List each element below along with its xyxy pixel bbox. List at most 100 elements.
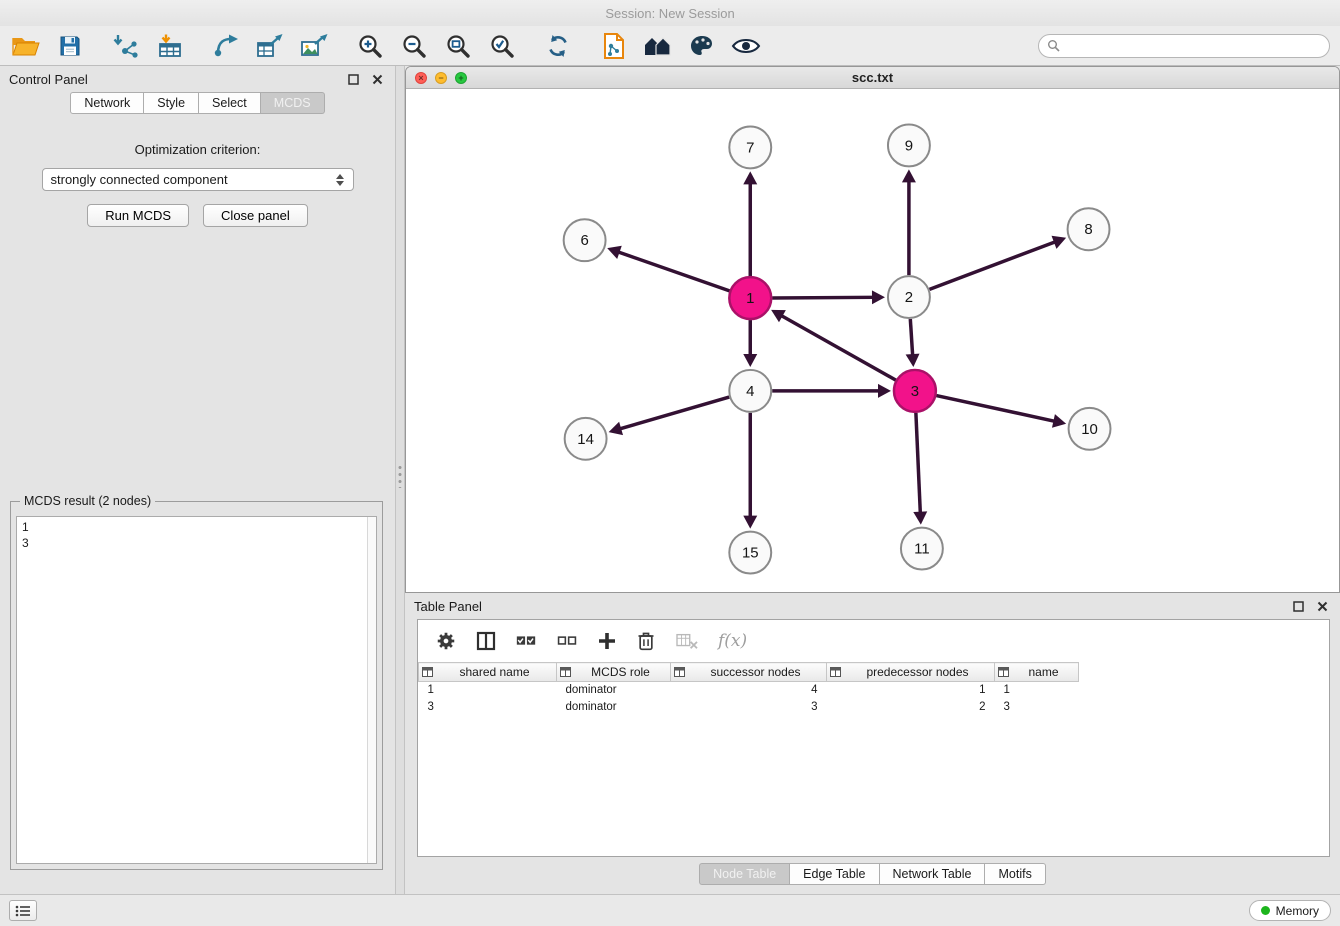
svg-text:15: 15 <box>742 545 759 562</box>
deselect-all-columns-button[interactable] <box>556 631 578 651</box>
result-scrollbar[interactable] <box>367 517 376 863</box>
list-menu-icon <box>15 905 31 917</box>
table-cell[interactable]: 2 <box>827 699 995 716</box>
delete-columns-button[interactable] <box>636 630 656 652</box>
table-settings-button[interactable] <box>435 630 457 652</box>
table-cell[interactable]: 1 <box>419 682 557 699</box>
column-header-successor-nodes[interactable]: successor nodes <box>671 663 827 682</box>
minimize-window-button[interactable]: − <box>435 72 447 84</box>
columns-icon <box>476 631 496 651</box>
zoom-window-button[interactable]: + <box>455 72 467 84</box>
tab-mcds[interactable]: MCDS <box>261 92 325 114</box>
table-tabs-row: Node TableEdge TableNetwork TableMotifs <box>405 863 1340 885</box>
function-builder-button[interactable]: f(x) <box>718 631 747 651</box>
import-table-button[interactable] <box>154 30 186 62</box>
zoom-group <box>354 30 518 62</box>
svg-text:14: 14 <box>577 431 594 448</box>
edge-arrowhead-icon <box>913 511 927 524</box>
export-table-icon <box>256 33 284 59</box>
control-panel-title: Control Panel <box>9 72 338 87</box>
tab-style[interactable]: Style <box>144 92 199 114</box>
table-cell[interactable]: 3 <box>671 699 827 716</box>
open-network-document-button[interactable] <box>598 30 630 62</box>
show-columns-button[interactable] <box>476 631 496 651</box>
select-all-columns-button[interactable] <box>515 631 537 651</box>
tab-node-table[interactable]: Node Table <box>699 863 790 885</box>
column-header-shared-name[interactable]: shared name <box>419 663 557 682</box>
export-table-button[interactable] <box>254 30 286 62</box>
eye-icon <box>731 35 761 57</box>
column-header-name[interactable]: name <box>995 663 1079 682</box>
close-window-button[interactable]: × <box>415 72 427 84</box>
panel-splitter[interactable] <box>395 66 405 894</box>
table-cell[interactable]: 1 <box>827 682 995 699</box>
float-panel-button[interactable] <box>344 70 362 88</box>
node-table-header-row: shared nameMCDS rolesuccessor nodesprede… <box>419 663 1079 682</box>
tab-edge-table[interactable]: Edge Table <box>790 863 879 885</box>
graph-node-9[interactable]: 9 <box>888 124 930 166</box>
dropdown-stepper-icon <box>336 174 345 186</box>
panel-menu-button[interactable] <box>9 900 37 921</box>
run-mcds-button[interactable]: Run MCDS <box>87 204 189 227</box>
graph-node-14[interactable]: 14 <box>565 418 607 460</box>
table-cell[interactable]: 1 <box>995 682 1079 699</box>
graph-node-4[interactable]: 4 <box>729 370 771 412</box>
tab-motifs[interactable]: Motifs <box>985 863 1045 885</box>
save-floppy-icon <box>58 34 82 58</box>
import-network-button[interactable] <box>110 30 142 62</box>
graph-node-8[interactable]: 8 <box>1068 208 1110 250</box>
table-cell[interactable]: dominator <box>557 682 671 699</box>
column-header-MCDS-role[interactable]: MCDS role <box>557 663 671 682</box>
tab-network[interactable]: Network <box>70 92 144 114</box>
zoom-out-icon <box>401 33 427 59</box>
graph-node-3[interactable]: 3 <box>894 370 936 412</box>
graph-node-6[interactable]: 6 <box>564 219 606 261</box>
control-panel-header: Control Panel <box>0 66 395 92</box>
export-image-button[interactable] <box>298 30 330 62</box>
open-session-button[interactable] <box>10 30 42 62</box>
table-cell[interactable]: 3 <box>995 699 1079 716</box>
column-header-predecessor-nodes[interactable]: predecessor nodes <box>827 663 995 682</box>
graph-node-10[interactable]: 10 <box>1069 408 1111 450</box>
export-network-button[interactable] <box>210 30 242 62</box>
edge-arrowhead-icon <box>902 169 916 182</box>
plus-icon <box>597 631 617 651</box>
zoom-in-button[interactable] <box>354 30 386 62</box>
network-canvas[interactable]: 7 9 6 8 1 2 4 3 14 10 15 11 <box>406 89 1339 592</box>
zoom-fit-button[interactable] <box>442 30 474 62</box>
graph-node-15[interactable]: 15 <box>729 532 771 574</box>
delete-table-button[interactable] <box>675 631 699 651</box>
optimization-criterion-dropdown[interactable]: strongly connected component <box>42 168 354 191</box>
tab-network-table[interactable]: Network Table <box>880 863 986 885</box>
table-toolbar: f(x) <box>418 620 1329 662</box>
svg-text:4: 4 <box>746 383 754 400</box>
refresh-button[interactable] <box>542 30 574 62</box>
svg-text:8: 8 <box>1084 221 1092 238</box>
statusbar: Memory <box>0 894 1340 926</box>
create-column-button[interactable] <box>597 631 617 651</box>
graph-node-1[interactable]: 1 <box>729 277 771 319</box>
close-table-panel-button[interactable] <box>1313 597 1331 615</box>
save-session-button[interactable] <box>54 30 86 62</box>
search-input[interactable] <box>1065 39 1321 53</box>
table-cell[interactable]: dominator <box>557 699 671 716</box>
graph-node-7[interactable]: 7 <box>729 126 771 168</box>
tab-select[interactable]: Select <box>199 92 261 114</box>
table-cell[interactable]: 3 <box>419 699 557 716</box>
svg-text:3: 3 <box>911 383 919 400</box>
zoom-selected-button[interactable] <box>486 30 518 62</box>
close-panel-icon-button[interactable] <box>368 70 386 88</box>
zoom-out-button[interactable] <box>398 30 430 62</box>
table-cell[interactable]: 4 <box>671 682 827 699</box>
style-palette-button[interactable] <box>686 30 718 62</box>
toolbar-search <box>1038 34 1330 58</box>
node-table: shared nameMCDS rolesuccessor nodesprede… <box>418 662 1079 716</box>
graph-node-2[interactable]: 2 <box>888 276 930 318</box>
memory-button[interactable]: Memory <box>1249 900 1331 921</box>
graph-node-11[interactable]: 11 <box>901 528 943 570</box>
open-folder-icon <box>11 34 41 58</box>
show-graphics-details-button[interactable] <box>730 30 762 62</box>
float-table-panel-button[interactable] <box>1289 597 1307 615</box>
first-neighbors-button[interactable] <box>642 30 674 62</box>
close-panel-button[interactable]: Close panel <box>203 204 308 227</box>
